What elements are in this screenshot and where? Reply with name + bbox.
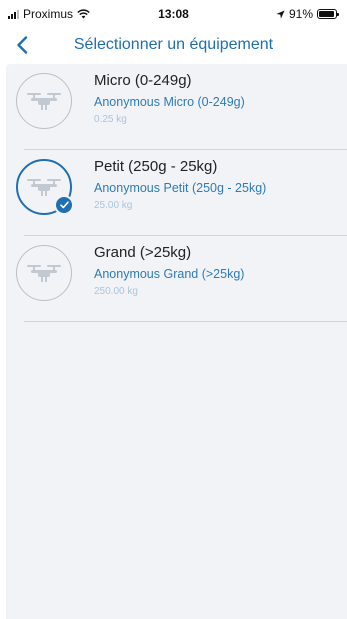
equipment-subtitle: Anonymous Micro (0-249g)	[94, 95, 245, 109]
drone-icon	[27, 265, 61, 282]
equipment-text: Micro (0-249g) Anonymous Micro (0-249g) …	[94, 71, 245, 127]
equipment-name: Grand (>25kg)	[94, 244, 192, 261]
drone-icon	[27, 179, 61, 196]
selected-badge	[54, 195, 74, 215]
equipment-text: Petit (250g - 25kg) Anonymous Petit (250…	[94, 157, 266, 213]
row-divider	[24, 321, 347, 322]
navigation-bar: Sélectionner un équipement	[0, 28, 347, 62]
cellular-signal-icon	[8, 9, 19, 19]
equipment-icon-container	[16, 159, 74, 215]
battery-percentage: 91%	[288, 7, 313, 21]
status-right: 91%	[276, 7, 347, 21]
equipment-icon-container	[16, 73, 72, 129]
checkmark-icon	[59, 201, 69, 209]
equipment-weight: 0.25 kg	[94, 114, 127, 125]
equipment-weight: 25.00 kg	[94, 200, 133, 211]
carrier-name: Proximus	[23, 7, 74, 21]
equipment-icon-container	[16, 245, 72, 301]
equipment-subtitle: Anonymous Petit (250g - 25kg)	[94, 181, 267, 195]
equipment-avatar	[16, 73, 72, 129]
status-bar: Proximus 13:08 91%	[0, 0, 347, 28]
equipment-name: Micro (0-249g)	[94, 72, 192, 89]
equipment-item-micro[interactable]: Micro (0-249g) Anonymous Micro (0-249g) …	[6, 64, 347, 150]
back-button[interactable]	[10, 32, 34, 58]
drone-icon	[27, 93, 61, 110]
equipment-list: Micro (0-249g) Anonymous Micro (0-249g) …	[6, 64, 347, 619]
equipment-weight: 250.00 kg	[94, 286, 138, 297]
battery-icon	[317, 9, 339, 19]
status-left: Proximus	[0, 7, 90, 21]
equipment-item-grand[interactable]: Grand (>25kg) Anonymous Grand (>25kg) 25…	[6, 236, 347, 322]
equipment-item-petit[interactable]: Petit (250g - 25kg) Anonymous Petit (250…	[6, 150, 347, 236]
equipment-name: Petit (250g - 25kg)	[94, 158, 218, 175]
equipment-text: Grand (>25kg) Anonymous Grand (>25kg) 25…	[94, 243, 244, 299]
location-arrow-icon	[276, 9, 285, 19]
chevron-left-icon	[17, 36, 28, 54]
equipment-avatar	[16, 245, 72, 301]
equipment-subtitle: Anonymous Grand (>25kg)	[94, 267, 245, 281]
wifi-icon	[77, 9, 90, 19]
page-title: Sélectionner un équipement	[73, 36, 274, 53]
